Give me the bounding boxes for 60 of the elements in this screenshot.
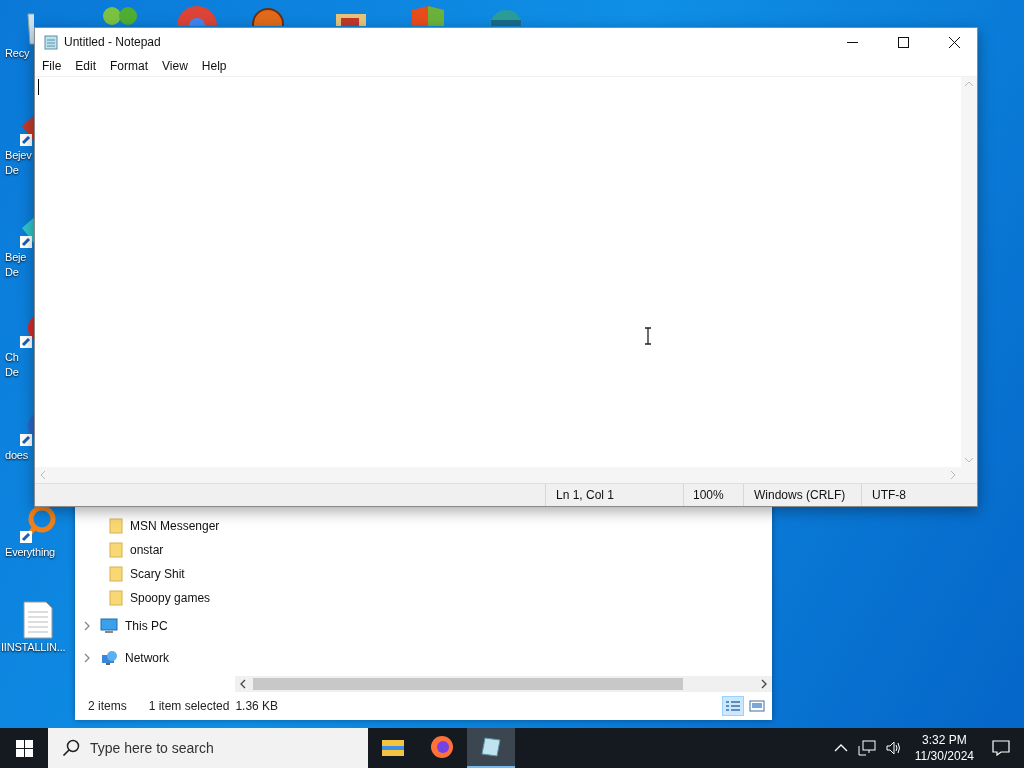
window-title: Untitled - Notepad <box>64 35 161 49</box>
scroll-right-icon[interactable] <box>760 679 768 689</box>
speaker-icon[interactable] <box>885 741 902 755</box>
status-text: UTF-8 <box>861 484 961 506</box>
folder-icon <box>109 590 123 606</box>
firefox-icon <box>430 735 454 759</box>
icon-label: Beje <box>4 250 27 265</box>
status-text: 100% <box>683 484 743 506</box>
notepad-icon <box>480 736 502 758</box>
folder-icon <box>381 737 405 757</box>
notepad-button[interactable] <box>467 728 515 768</box>
chevron-up-icon[interactable] <box>833 743 848 753</box>
search-field[interactable]: Type here to search <box>48 728 368 768</box>
search-icon[interactable] <box>18 505 58 545</box>
close-icon <box>948 36 960 48</box>
clock-date[interactable]: 11/30/2024 <box>914 748 974 764</box>
status-text: 1.36 KB <box>235 699 279 713</box>
tree-item[interactable]: Spoopy games <box>130 591 211 605</box>
icon-label: Everything <box>4 545 55 560</box>
status-text: Ln 1, Col 1 <box>545 484 683 506</box>
menu-item[interactable]: Format <box>103 57 156 75</box>
icon-label: Ch <box>4 350 19 365</box>
monitor-icon <box>100 618 118 634</box>
tree-item[interactable]: Network <box>125 651 169 665</box>
horizontal-scrollbar[interactable] <box>235 676 772 692</box>
windows-logo-icon <box>15 739 33 757</box>
icon-label: Bejev <box>4 148 32 163</box>
folder-icon <box>109 566 123 582</box>
status-text: 1 item selected <box>148 699 230 713</box>
menu-item[interactable]: File <box>35 57 69 75</box>
menu-item[interactable]: View <box>155 57 195 75</box>
icon-label: De <box>4 365 19 380</box>
icon-label: does <box>4 448 29 463</box>
tree-item[interactable]: This PC <box>125 619 168 633</box>
icon-label: IINSTALLIN... <box>1 640 66 655</box>
tree-item[interactable]: onstar <box>130 543 164 557</box>
status-text: Windows (CRLF) <box>743 484 861 506</box>
status-text: 2 items <box>88 699 127 713</box>
notepad-icon <box>43 34 59 50</box>
search-icon <box>62 739 80 757</box>
icon-label: De <box>4 265 19 280</box>
menu-item[interactable]: Help <box>194 57 234 75</box>
icon-label: Recy <box>4 46 30 61</box>
clock-time[interactable]: 3:32 PM <box>922 732 967 748</box>
tree-item[interactable]: Scary Shit <box>130 567 185 581</box>
icon-label: De <box>4 163 19 178</box>
menu-item[interactable]: Edit <box>68 57 104 75</box>
notification-icon[interactable] <box>992 740 1010 756</box>
network-icon <box>100 650 118 666</box>
network-icon[interactable] <box>857 740 876 756</box>
maximize-icon <box>897 36 909 48</box>
text-cursor-icon <box>644 327 652 345</box>
folder-icon <box>109 518 123 534</box>
list-icon <box>725 700 741 712</box>
tree-item[interactable]: MSN Messenger <box>130 519 220 533</box>
scroll-left-icon[interactable] <box>239 679 247 689</box>
preview-icon <box>749 700 765 712</box>
folder-icon <box>109 542 123 558</box>
details-view-button[interactable] <box>722 696 744 716</box>
people-icon[interactable] <box>100 4 140 26</box>
